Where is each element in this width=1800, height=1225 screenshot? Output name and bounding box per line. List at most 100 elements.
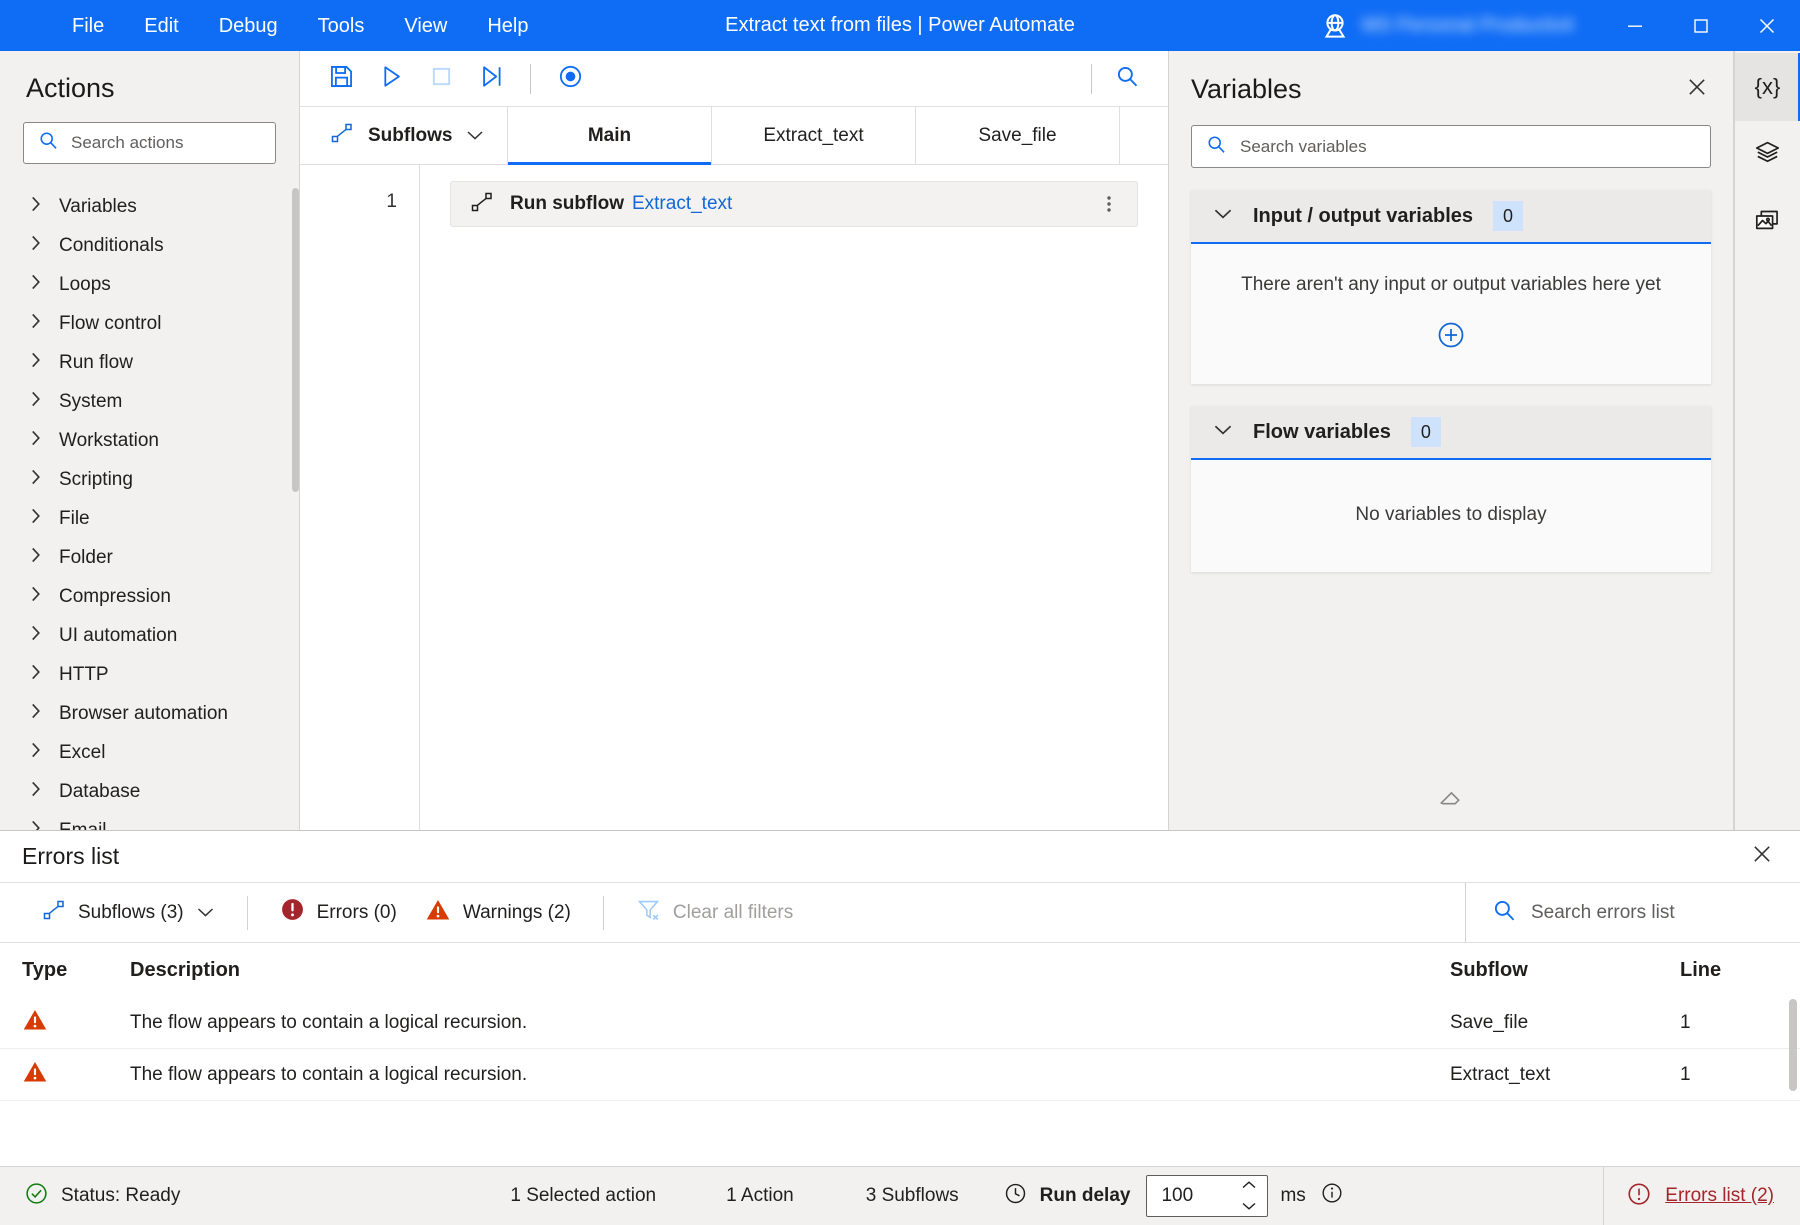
variables-pane-title: Variables (1191, 73, 1302, 104)
stop-button[interactable] (416, 57, 466, 101)
warnings-filter[interactable]: Warnings (2) (411, 890, 585, 936)
search-actions-input[interactable] (71, 132, 265, 153)
table-row[interactable]: The flow appears to contain a logical re… (0, 1049, 1800, 1101)
tab-extract-text[interactable]: Extract_text (712, 107, 916, 164)
menu-file[interactable]: File (52, 10, 124, 42)
minimize-icon (1626, 17, 1644, 35)
warning-icon (22, 1059, 48, 1090)
save-button[interactable] (316, 57, 366, 101)
menu-edit[interactable]: Edit (124, 10, 198, 42)
variables-search-box[interactable] (1191, 125, 1711, 168)
action-group-conditionals[interactable]: Conditionals (0, 227, 299, 266)
error-icon (280, 897, 305, 928)
chevron-up-icon[interactable] (1241, 1177, 1257, 1195)
ui-elements-rail-button[interactable] (1735, 121, 1800, 189)
search-errors-input[interactable] (1531, 901, 1776, 924)
subflow-icon (470, 190, 494, 219)
action-group-label: Run flow (59, 352, 133, 374)
run-icon (378, 63, 405, 95)
action-count: 1 Action (726, 1185, 794, 1206)
menu-view[interactable]: View (384, 10, 467, 42)
variables-icon: {x} (1754, 74, 1781, 99)
action-group-folder[interactable]: Folder (0, 539, 299, 578)
record-button[interactable] (545, 57, 595, 101)
action-group-ui-automation[interactable]: UI automation (0, 617, 299, 656)
clear-all-filters-button[interactable]: Clear all filters (622, 890, 807, 935)
run-delay-stepper[interactable] (1146, 1175, 1269, 1217)
action-group-label: File (59, 508, 90, 530)
column-header-line: Line (1680, 958, 1722, 981)
chevron-down-icon[interactable] (1213, 207, 1233, 225)
run-delay-info-button[interactable] (1320, 1181, 1344, 1211)
variables-rail-button[interactable]: {x} (1734, 53, 1800, 121)
close-button[interactable] (1734, 0, 1800, 51)
action-group-workstation[interactable]: Workstation (0, 422, 299, 461)
action-group-http[interactable]: HTTP (0, 656, 299, 695)
errors-filter[interactable]: Errors (0) (266, 890, 411, 935)
errors-subflows-filter[interactable]: Subflows (3) (28, 891, 229, 935)
action-group-label: Compression (59, 586, 171, 608)
menu-debug[interactable]: Debug (199, 10, 298, 42)
flow-variables-title: Flow variables (1253, 420, 1391, 443)
row-type-cell (22, 1059, 126, 1090)
action-group-scripting[interactable]: Scripting (0, 461, 299, 500)
flow-variables-header[interactable]: Flow variables 0 (1191, 406, 1711, 460)
variables-pane-close-button[interactable] (1679, 71, 1715, 107)
maximize-button[interactable] (1668, 0, 1734, 51)
flow-variables-empty-text: No variables to display (1355, 504, 1547, 525)
actions-scrollbar[interactable] (292, 187, 299, 492)
stepper-arrows[interactable] (1241, 1177, 1267, 1216)
search-variables-input[interactable] (1240, 136, 1698, 157)
warning-icon (425, 897, 451, 929)
status-indicator: Status: Ready (24, 1181, 180, 1212)
action-group-variables[interactable]: Variables (0, 188, 299, 227)
run-delay-input[interactable] (1147, 1185, 1242, 1207)
action-group-loops[interactable]: Loops (0, 266, 299, 305)
errors-table-scrollbar[interactable] (1789, 999, 1797, 1091)
actions-search-box[interactable] (23, 122, 276, 164)
errors-panel-close-button[interactable] (1744, 839, 1780, 875)
chevron-down-icon[interactable] (1241, 1198, 1257, 1216)
account-indicator[interactable]: MS Personal Productivit (1320, 11, 1588, 41)
more-options-icon[interactable] (1096, 189, 1122, 219)
actions-group-list[interactable]: Variables Conditionals Loops Flow contro… (0, 182, 299, 830)
errors-search-box[interactable] (1465, 883, 1800, 942)
actions-pane: Actions Variables Conditionals (0, 51, 300, 830)
input-output-variables-count: 0 (1493, 201, 1524, 231)
input-output-variables-header[interactable]: Input / output variables 0 (1191, 190, 1711, 244)
tab-main[interactable]: Main (508, 107, 712, 165)
action-group-database[interactable]: Database (0, 773, 299, 812)
action-group-system[interactable]: System (0, 383, 299, 422)
images-rail-button[interactable] (1735, 189, 1800, 257)
run-next-action-button[interactable] (466, 57, 516, 101)
flow-canvas[interactable]: Run subflow Extract_text (420, 165, 1168, 830)
flow-action-row[interactable]: Run subflow Extract_text (450, 181, 1138, 227)
action-group-email[interactable]: Email (0, 812, 299, 830)
subflow-count: 3 Subflows (865, 1185, 959, 1206)
titlebar-right: MS Personal Productivit (1320, 0, 1800, 51)
errors-subflows-filter-label: Subflows (3) (78, 901, 184, 923)
clock-icon (1003, 1181, 1028, 1212)
close-icon (1757, 16, 1777, 36)
eraser-button[interactable] (1169, 783, 1733, 814)
menu-tools[interactable]: Tools (298, 10, 385, 42)
errors-list-link[interactable]: Errors list (2) (1603, 1166, 1800, 1225)
action-group-run-flow[interactable]: Run flow (0, 344, 299, 383)
chevron-right-icon (30, 546, 41, 570)
action-group-browser-automation[interactable]: Browser automation (0, 695, 299, 734)
menu-help[interactable]: Help (467, 10, 548, 42)
action-group-excel[interactable]: Excel (0, 734, 299, 773)
flow-action-argument[interactable]: Extract_text (632, 193, 732, 215)
minimize-button[interactable] (1602, 0, 1668, 51)
run-button[interactable] (366, 57, 416, 101)
action-group-flow-control[interactable]: Flow control (0, 305, 299, 344)
table-row[interactable]: The flow appears to contain a logical re… (0, 997, 1800, 1049)
action-group-file[interactable]: File (0, 500, 299, 539)
action-group-compression[interactable]: Compression (0, 578, 299, 617)
flow-search-button[interactable] (1102, 57, 1152, 101)
chevron-down-icon[interactable] (1213, 423, 1233, 441)
add-input-output-variable-button[interactable] (1436, 320, 1466, 350)
tab-save-file[interactable]: Save_file (916, 107, 1120, 164)
chevron-right-icon (30, 702, 41, 726)
subflows-dropdown[interactable]: Subflows (300, 107, 508, 164)
